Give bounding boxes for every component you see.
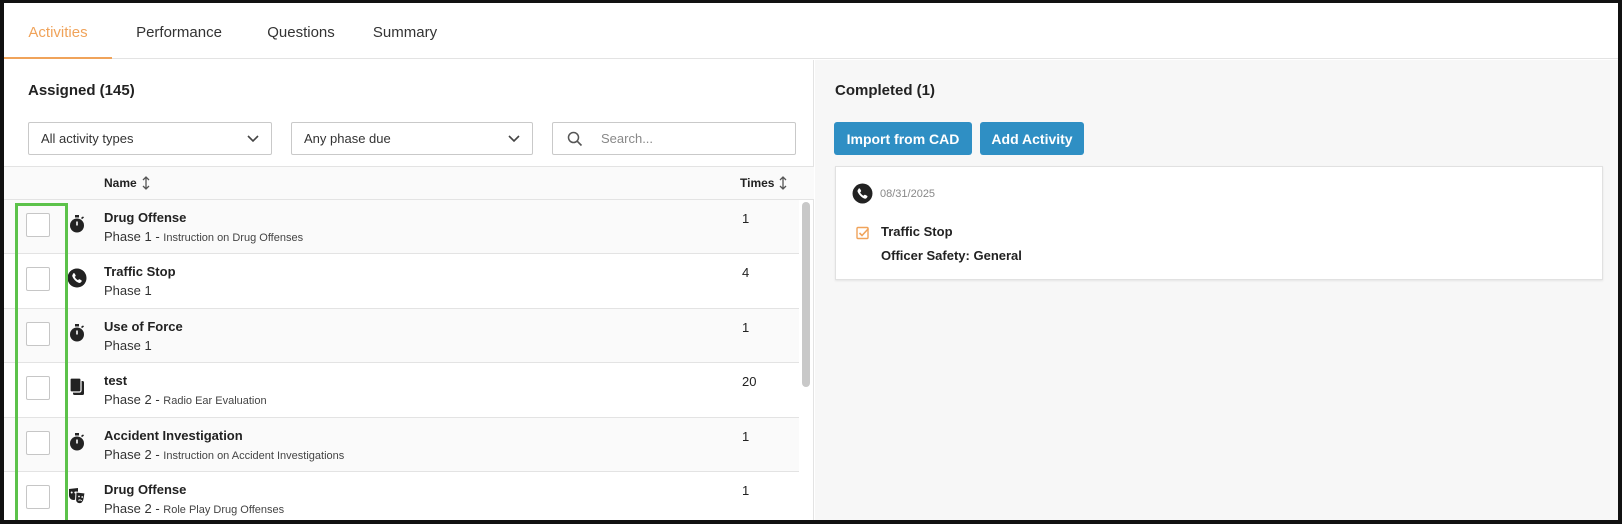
table-header: Name Times (4, 166, 814, 200)
table-row[interactable]: test Phase 2 - Radio Ear Evaluation 20 (4, 363, 799, 418)
tab-summary[interactable]: Summary (356, 6, 454, 58)
times-column-header[interactable]: Times (740, 176, 788, 190)
theater-masks-icon (69, 487, 86, 505)
search-icon (567, 131, 583, 146)
sort-icon (142, 176, 150, 190)
phase-label: Phase 1 (104, 283, 152, 299)
assigned-table: Name Times Drug Offense Phase 1 - Instru… (4, 166, 814, 520)
table-row[interactable]: Traffic Stop Phase 1 4 (4, 254, 799, 309)
documents-icon (69, 377, 84, 396)
row-checkbox[interactable] (26, 213, 50, 237)
activity-times: 1 (742, 482, 750, 498)
phone-icon (852, 183, 873, 204)
phase-due-value: Any phase due (304, 131, 391, 146)
tab-performance[interactable]: Performance (112, 6, 246, 58)
activity-phase: Phase 2 - Role Play Drug Offenses (104, 500, 285, 516)
name-column-label: Name (104, 176, 137, 190)
phase-description: Radio Ear Evaluation (163, 395, 267, 408)
stopwatch-icon (70, 215, 84, 233)
tab-bar: Activities Performance Questions Summary (4, 6, 1618, 59)
row-checkbox[interactable] (26, 321, 50, 346)
activity-phase: Phase 2 - Instruction on Accident Invest… (104, 446, 345, 462)
phase-description: Instruction on Drug Offenses (163, 232, 304, 244)
chevron-down-icon (247, 135, 259, 143)
row-checkbox[interactable] (26, 484, 50, 509)
table-row[interactable]: Drug Offense Phase 2 - Role Play Drug Of… (4, 471, 799, 520)
chevron-down-icon (508, 135, 520, 143)
card-title: Traffic Stop (881, 224, 953, 239)
sort-icon (780, 176, 787, 190)
phase-label: Phase 1 (104, 337, 152, 353)
import-from-cad-button[interactable]: Import from CAD (834, 122, 972, 155)
row-checkbox[interactable] (26, 267, 50, 292)
phase-label: Phase 2 (104, 446, 152, 462)
card-date: 08/31/2025 (880, 188, 936, 200)
card-subtitle: Officer Safety: General (881, 248, 1022, 263)
activity-type-select[interactable]: All activity types (28, 122, 272, 155)
tab-activities[interactable]: Activities (4, 6, 112, 59)
name-column-header[interactable]: Name (104, 176, 151, 190)
activity-phase: Phase 1 - Instruction on Drug Offenses (104, 229, 304, 244)
phase-description: Role Play Drug Offenses (163, 503, 285, 516)
activity-phase: Phase 2 - Radio Ear Evaluation (104, 392, 267, 408)
row-checkbox[interactable] (26, 430, 50, 455)
phase-description: Instruction on Accident Investigations (163, 449, 345, 462)
activity-times: 1 (742, 319, 750, 335)
activity-phase: Phase 1 (104, 283, 152, 298)
phase-label: Phase 2 (104, 392, 152, 408)
checked-box-icon (856, 226, 870, 240)
search-box (552, 122, 796, 155)
activity-name: Accident Investigation (104, 427, 243, 443)
activity-times: 1 (742, 428, 750, 444)
add-activity-button[interactable]: Add Activity (980, 122, 1084, 155)
table-row[interactable]: Drug Offense Phase 1 - Instruction on Dr… (4, 200, 799, 255)
scrollbar-thumb[interactable] (802, 202, 810, 387)
phone-icon (67, 268, 87, 288)
assigned-rows: Drug Offense Phase 1 - Instruction on Dr… (4, 200, 799, 520)
stopwatch-icon (70, 432, 84, 451)
assigned-title: Assigned (145) (28, 82, 135, 99)
phase-due-select[interactable]: Any phase due (291, 122, 533, 155)
row-checkbox[interactable] (26, 376, 50, 401)
rows-scrollbar[interactable] (801, 202, 811, 520)
table-row[interactable]: Use of Force Phase 1 1 (4, 308, 799, 364)
app-frame: Activities Performance Questions Summary… (0, 0, 1622, 524)
times-column-label: Times (740, 176, 775, 190)
activity-times: 1 (742, 211, 750, 226)
activity-name: Traffic Stop (104, 264, 176, 280)
activity-name: Drug Offense (104, 481, 187, 497)
assigned-panel: Assigned (145) All activity types Any ph… (4, 60, 814, 520)
activity-phase: Phase 1 (104, 338, 152, 353)
activity-name: test (104, 373, 128, 389)
stopwatch-icon (70, 323, 84, 342)
completed-activity-card[interactable]: 08/31/2025 Traffic Stop Officer Safety: … (835, 166, 1603, 280)
completed-panel: Completed (1) Import from CAD Add Activi… (815, 60, 1618, 520)
activity-name: Use of Force (104, 318, 183, 334)
phase-label: Phase 2 (104, 500, 152, 516)
activity-times: 4 (742, 265, 750, 281)
phase-label: Phase 1 (104, 229, 152, 244)
table-row[interactable]: Accident Investigation Phase 2 - Instruc… (4, 417, 799, 472)
completed-title: Completed (1) (835, 82, 936, 99)
activity-times: 20 (742, 374, 757, 390)
search-input[interactable] (601, 131, 781, 146)
activity-name: Drug Offense (104, 210, 187, 225)
tab-questions[interactable]: Questions (246, 6, 356, 58)
activity-type-value: All activity types (41, 131, 134, 146)
